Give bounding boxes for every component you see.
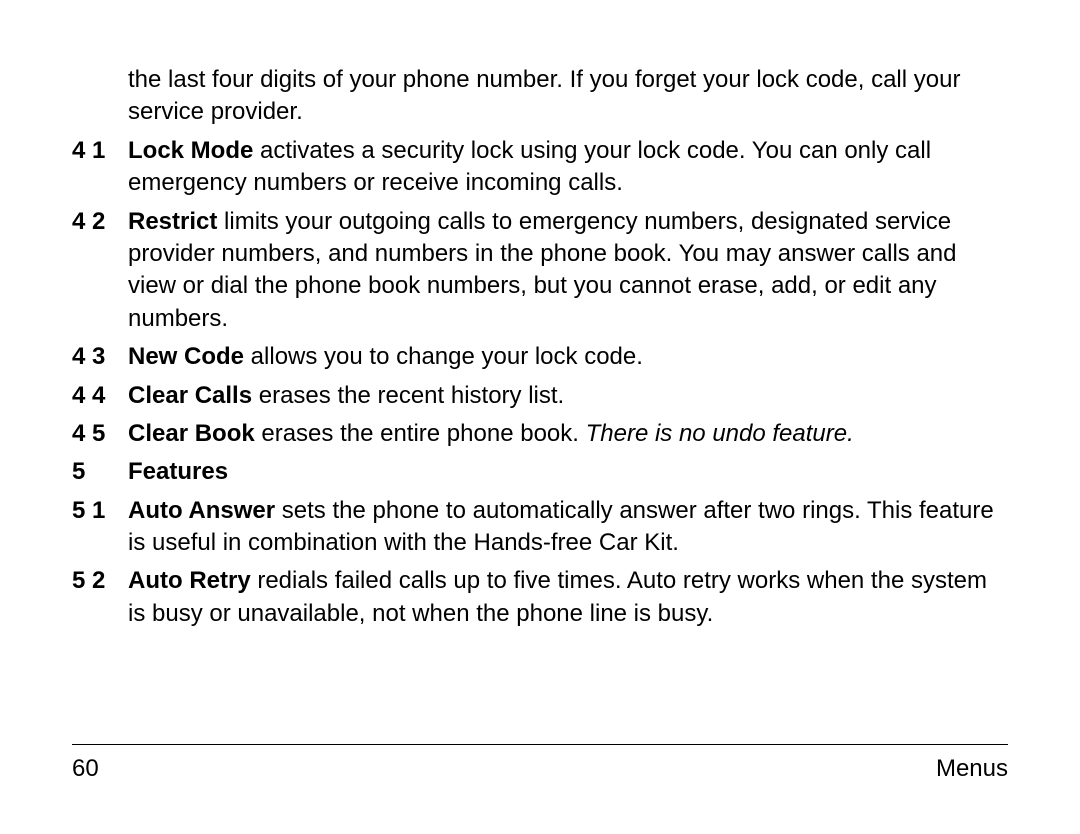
item-text: New Code allows you to change your lock … <box>128 341 1008 373</box>
intro-paragraph: the last four digits of your phone numbe… <box>72 64 1008 129</box>
section-name: Menus <box>936 753 1008 785</box>
item-number: 4 5 <box>72 418 128 450</box>
item-desc: limits your outgoing calls to emergency … <box>128 208 957 332</box>
item-auto-retry: 5 2 Auto Retry redials failed calls up t… <box>72 565 1008 630</box>
item-text: Lock Mode activates a security lock usin… <box>128 135 1008 200</box>
item-title: Lock Mode <box>128 137 253 164</box>
item-clear-calls: 4 4 Clear Calls erases the recent histor… <box>72 380 1008 412</box>
item-text: Auto Answer sets the phone to automatica… <box>128 495 1008 560</box>
item-desc: redials failed calls up to five times. A… <box>128 567 987 626</box>
item-desc: erases the recent history list. <box>252 382 564 409</box>
item-text: Clear Book erases the entire phone book.… <box>128 418 1008 450</box>
item-title: Auto Retry <box>128 567 251 594</box>
item-new-code: 4 3 New Code allows you to change your l… <box>72 341 1008 373</box>
content-area: the last four digits of your phone numbe… <box>72 64 1008 744</box>
item-number: 4 3 <box>72 341 128 373</box>
item-title: Restrict <box>128 208 217 235</box>
section-title: Features <box>128 456 1008 488</box>
item-text: Restrict limits your outgoing calls to e… <box>128 206 1008 336</box>
item-number: 4 1 <box>72 135 128 167</box>
page: the last four digits of your phone numbe… <box>0 0 1080 834</box>
item-desc: erases the entire phone book. <box>255 420 586 447</box>
page-number: 60 <box>72 753 99 785</box>
item-lock-mode: 4 1 Lock Mode activates a security lock … <box>72 135 1008 200</box>
item-number: 4 2 <box>72 206 128 238</box>
item-note: There is no undo feature. <box>586 420 854 447</box>
footer: 60 Menus <box>72 745 1008 785</box>
item-number: 5 2 <box>72 565 128 597</box>
item-title: Clear Book <box>128 420 255 447</box>
item-clear-book: 4 5 Clear Book erases the entire phone b… <box>72 418 1008 450</box>
item-number: 4 4 <box>72 380 128 412</box>
section-number: 5 <box>72 456 128 488</box>
item-title: Auto Answer <box>128 497 275 524</box>
item-text: Clear Calls erases the recent history li… <box>128 380 1008 412</box>
item-number: 5 1 <box>72 495 128 527</box>
section-features: 5 Features <box>72 456 1008 488</box>
item-title: New Code <box>128 343 244 370</box>
item-text: Auto Retry redials failed calls up to fi… <box>128 565 1008 630</box>
section-title-text: Features <box>128 458 228 485</box>
item-title: Clear Calls <box>128 382 252 409</box>
item-restrict: 4 2 Restrict limits your outgoing calls … <box>72 206 1008 336</box>
item-auto-answer: 5 1 Auto Answer sets the phone to automa… <box>72 495 1008 560</box>
item-desc: allows you to change your lock code. <box>244 343 643 370</box>
